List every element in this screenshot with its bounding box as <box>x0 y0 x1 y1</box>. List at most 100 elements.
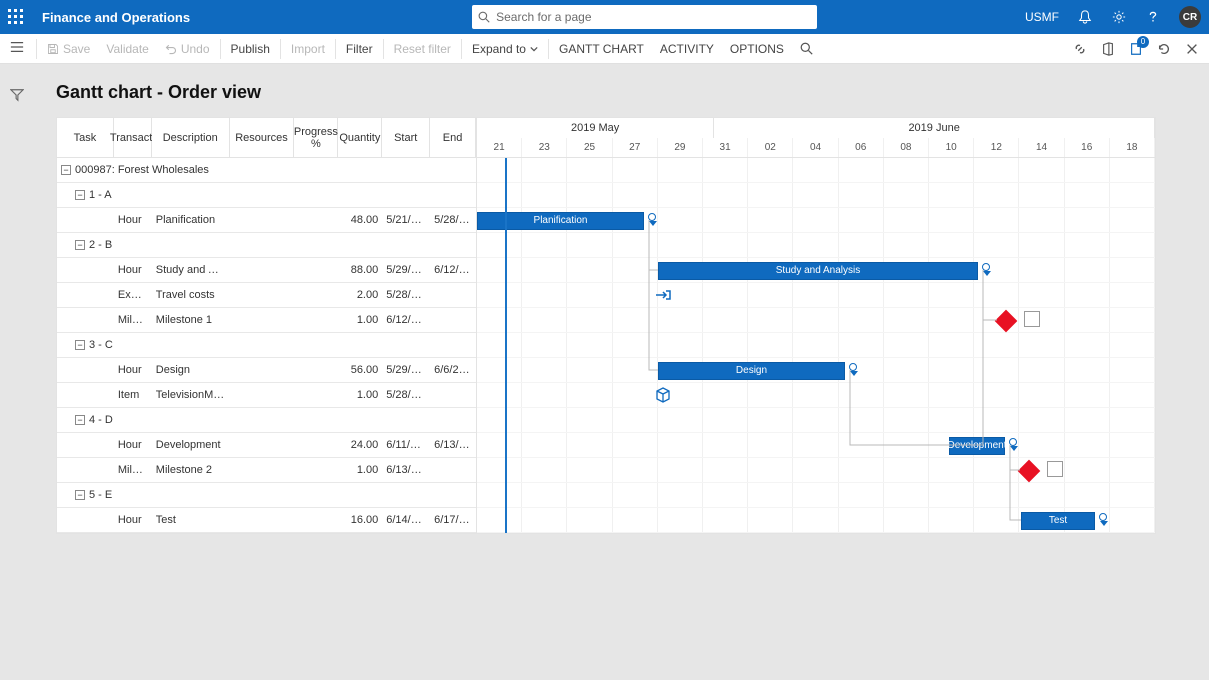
collapse-icon[interactable]: − <box>61 165 71 175</box>
grid-cell: Planification <box>152 214 230 226</box>
task-row[interactable]: HourStudy and Analy88.005/29/20196/12/20… <box>57 258 476 283</box>
link-arrow-icon[interactable] <box>850 371 858 376</box>
expense-icon[interactable] <box>655 287 671 306</box>
milestone-link-handle[interactable] <box>1047 461 1063 477</box>
task-row[interactable]: ItemTelevisionM12031.005/28/2019 <box>57 383 476 408</box>
col-task[interactable]: Task <box>57 118 114 158</box>
expand-to-dropdown[interactable]: Expand to <box>464 34 546 64</box>
avatar[interactable]: CR <box>1179 6 1201 28</box>
grid-cell: Hour <box>114 514 152 526</box>
col-start[interactable]: Start <box>382 118 430 158</box>
link-arrow-icon[interactable] <box>1100 521 1108 526</box>
refresh-icon[interactable] <box>1157 42 1171 56</box>
grid-cell: 6/17/2019 <box>430 514 476 526</box>
timeline-day: 18 <box>1110 138 1155 158</box>
hamburger-icon[interactable] <box>10 40 24 57</box>
task-row[interactable]: MilestonMilestone 11.006/12/2019 <box>57 308 476 333</box>
item-box-icon[interactable] <box>655 387 671 406</box>
col-transaction[interactable]: Transacti <box>114 118 152 158</box>
link-arrow-icon[interactable] <box>983 271 991 276</box>
gantt-bar[interactable]: Test <box>1021 512 1095 530</box>
grid-headers: Task Transacti Description Resources Pro… <box>57 118 476 158</box>
collapse-icon[interactable]: − <box>75 490 85 500</box>
task-row[interactable]: MilestonMilestone 21.006/13/2019 <box>57 458 476 483</box>
undo-button[interactable]: Undo <box>157 34 218 64</box>
validate-button[interactable]: Validate <box>98 34 156 64</box>
collapse-icon[interactable]: − <box>75 190 85 200</box>
col-quantity[interactable]: Quantity <box>338 118 382 158</box>
timeline-row <box>477 308 1155 333</box>
gear-icon[interactable] <box>1111 9 1127 25</box>
tab-activity[interactable]: ACTIVITY <box>652 34 722 64</box>
col-end[interactable]: End <box>430 118 476 158</box>
attachments-icon[interactable]: 0 <box>1129 42 1143 56</box>
timeline-row: Design <box>477 358 1155 383</box>
timeline-row <box>477 183 1155 208</box>
task-row[interactable]: HourDesign56.005/29/20196/6/2019 <box>57 358 476 383</box>
publish-button[interactable]: Publish <box>223 34 278 64</box>
milestone-marker[interactable] <box>1018 459 1041 482</box>
office-icon[interactable] <box>1101 42 1115 56</box>
tab-options[interactable]: OPTIONS <box>722 34 792 64</box>
filter-button[interactable]: Filter <box>338 34 381 64</box>
timeline-month: 2019 May <box>477 118 714 138</box>
grid-cell: 1.00 <box>338 464 382 476</box>
group-row[interactable]: −000987: Forest Wholesales <box>57 158 476 183</box>
link-handle-icon[interactable] <box>849 363 857 371</box>
app-launcher-icon[interactable] <box>8 9 24 25</box>
gantt-bar[interactable]: Planification <box>477 212 644 230</box>
link-handle-icon[interactable] <box>648 213 656 221</box>
gantt-bar[interactable]: Study and Analysis <box>658 262 978 280</box>
link-handle-icon[interactable] <box>1099 513 1107 521</box>
milestone-link-handle[interactable] <box>1024 311 1040 327</box>
help-icon[interactable] <box>1145 9 1161 25</box>
col-progress[interactable]: Progress % <box>294 118 338 158</box>
timeline-row <box>477 458 1155 483</box>
grid-cell: 16.00 <box>338 514 382 526</box>
task-row[interactable]: ExpenseTravel costs2.005/28/2019 <box>57 283 476 308</box>
collapse-icon[interactable]: − <box>75 415 85 425</box>
attachment-count-badge: 0 <box>1137 36 1149 48</box>
col-resources[interactable]: Resources <box>230 118 295 158</box>
group-row[interactable]: −2 - B <box>57 233 476 258</box>
gantt-timeline: 2019 May2019 June 2123252729310204060810… <box>477 118 1155 533</box>
grid-cell: Study and Analy <box>152 264 230 276</box>
gantt-bar[interactable]: Design <box>658 362 845 380</box>
grid-cell: Item <box>114 389 152 401</box>
bell-icon[interactable] <box>1077 9 1093 25</box>
link-icon[interactable] <box>1073 42 1087 56</box>
collapse-icon[interactable]: − <box>75 340 85 350</box>
timeline-header: 2019 May2019 June 2123252729310204060810… <box>477 118 1155 158</box>
grid-cell: 1.00 <box>338 389 382 401</box>
timeline-row: Planification <box>477 208 1155 233</box>
group-row[interactable]: −4 - D <box>57 408 476 433</box>
save-button[interactable]: Save <box>39 34 98 64</box>
global-search[interactable]: Search for a page <box>472 5 817 29</box>
timeline-day: 29 <box>658 138 703 158</box>
close-icon[interactable] <box>1185 42 1199 56</box>
task-row[interactable]: HourDevelopment24.006/11/20196/13/2019 <box>57 433 476 458</box>
task-row[interactable]: HourPlanification48.005/21/20195/28/2019 <box>57 208 476 233</box>
import-button[interactable]: Import <box>283 34 333 64</box>
group-row[interactable]: −1 - A <box>57 183 476 208</box>
tab-gantt-chart[interactable]: GANTT CHART <box>551 34 652 64</box>
grid-cell: Travel costs <box>152 289 230 301</box>
grid-cell: Hour <box>114 214 152 226</box>
milestone-marker[interactable] <box>995 309 1018 332</box>
group-row[interactable]: −3 - C <box>57 333 476 358</box>
gantt-chart: Task Transacti Description Resources Pro… <box>56 117 1156 534</box>
reset-filter-button[interactable]: Reset filter <box>386 34 459 64</box>
timeline-row <box>477 333 1155 358</box>
gantt-bar[interactable]: Development <box>949 437 1005 455</box>
company-code[interactable]: USMF <box>1025 10 1059 24</box>
funnel-icon[interactable] <box>10 88 24 105</box>
link-arrow-icon[interactable] <box>1010 446 1018 451</box>
link-arrow-icon[interactable] <box>649 221 657 226</box>
link-handle-icon[interactable] <box>1009 438 1017 446</box>
collapse-icon[interactable]: − <box>75 240 85 250</box>
link-handle-icon[interactable] <box>982 263 990 271</box>
search-command[interactable] <box>792 34 821 64</box>
task-row[interactable]: HourTest16.006/14/20196/17/2019 <box>57 508 476 533</box>
col-description[interactable]: Description <box>152 118 230 158</box>
group-row[interactable]: −5 - E <box>57 483 476 508</box>
